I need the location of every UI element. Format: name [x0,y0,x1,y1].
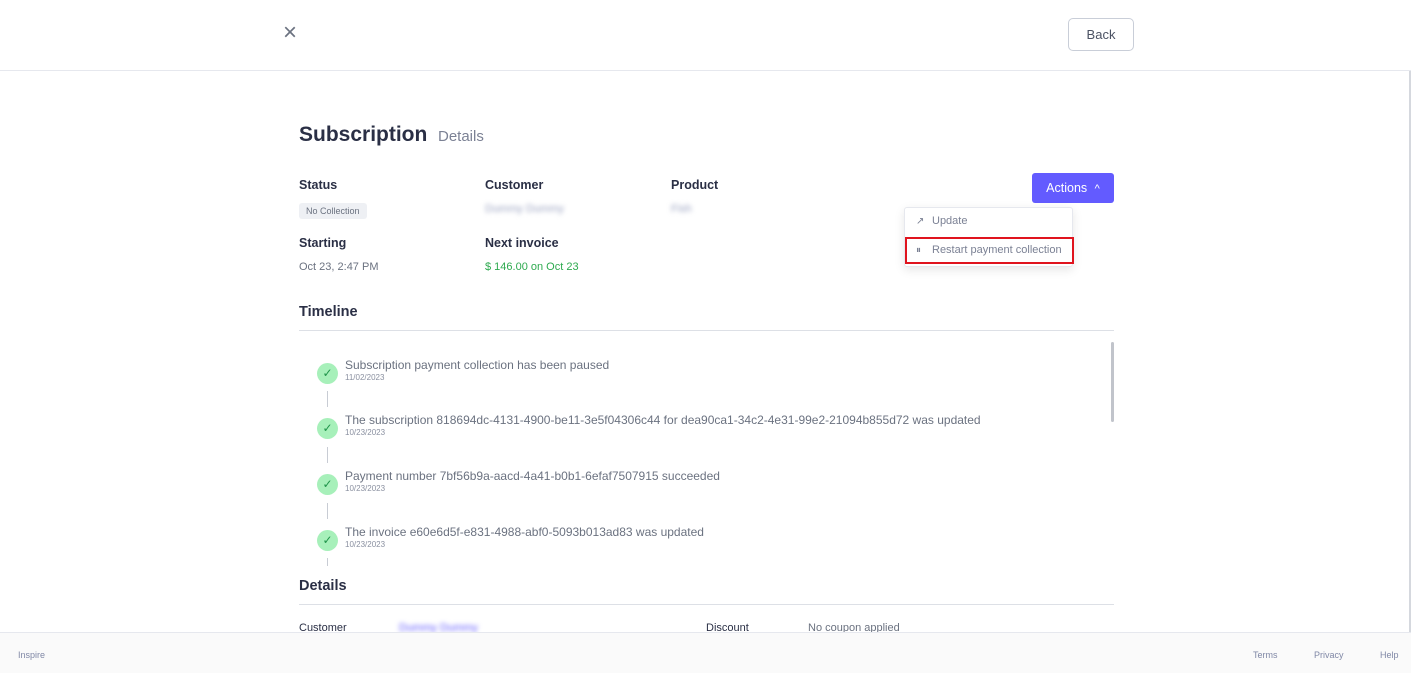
menu-item-label: Update [932,215,968,227]
subscription-content: Subscription Details Status No Collectio… [299,71,1114,632]
status-label: Status [299,178,338,192]
actions-dropdown: ↗ Update ⏸ Restart payment collection [904,207,1074,267]
timeline-event-date: 10/23/2023 [345,540,386,549]
starting-value: Oct 23, 2:47 PM [299,261,379,273]
check-circle-icon: ✓ [317,474,338,495]
timeline-divider [299,330,1114,331]
menu-item-label: Restart payment collection [932,244,1062,256]
next-invoice-value: $ 146.00 on Oct 23 [485,261,579,273]
actions-button[interactable]: Actions ^ [1032,173,1114,203]
back-button[interactable]: Back [1068,18,1134,51]
details-customer-label: Customer [299,622,347,632]
footer-brand: Inspire [18,650,46,660]
details-customer-link[interactable]: Dummy Dummy [399,622,478,632]
timeline-event-text: Subscription payment collection has been… [345,358,610,372]
customer-value[interactable]: Dummy Dummy [485,203,564,215]
actions-button-label: Actions [1046,181,1088,195]
footer-link-privacy[interactable]: Privacy [1314,650,1344,660]
product-label: Product [671,178,719,192]
timeline-title: Timeline [299,304,358,320]
details-discount-value: No coupon applied [808,622,900,632]
menu-item-update[interactable]: ↗ Update [905,210,1072,232]
details-discount-label: Discount [706,622,749,632]
close-icon[interactable]: × [283,21,303,45]
top-bar: × Back [0,0,1411,71]
menu-item-restart-payment-collection[interactable]: ⏸ Restart payment collection [905,237,1074,264]
timeline-connector [327,391,328,407]
check-circle-icon: ✓ [317,418,338,439]
next-invoice-label: Next invoice [485,236,559,250]
page-title: Subscription [299,123,428,146]
timeline-connector [327,558,328,566]
timeline-event-date: 11/02/2023 [345,373,385,382]
timeline-event-date: 10/23/2023 [345,484,386,493]
chevron-up-icon: ^ [1094,183,1100,195]
product-value[interactable]: Fish [671,203,692,215]
pause-circle-icon: ⏸ [916,245,921,256]
details-divider [299,604,1114,605]
timeline-event-date: 10/23/2023 [345,428,386,437]
arrow-up-right-icon: ↗ [916,216,925,227]
footer: Inspire Terms Privacy Help [0,632,1411,673]
customer-label: Customer [485,178,544,192]
timeline-event-text: The subscription 818694dc-4131-4900-be11… [345,413,981,427]
timeline-connector [327,447,328,463]
status-badge: No Collection [299,203,367,219]
details-title: Details [299,578,347,594]
timeline-connector [327,503,328,519]
footer-link-help[interactable]: Help [1380,650,1399,660]
page-subtitle: Details [438,128,484,145]
timeline-event-text: The invoice e60e6d5f-e831-4988-abf0-5093… [345,525,704,539]
check-circle-icon: ✓ [317,363,338,384]
starting-label: Starting [299,236,347,250]
footer-link-terms[interactable]: Terms [1253,650,1278,660]
timeline-event-text: Payment number 7bf56b9a-aacd-4a41-b0b1-6… [345,469,720,483]
timeline-scrollbar[interactable] [1111,342,1114,422]
check-circle-icon: ✓ [317,530,338,551]
